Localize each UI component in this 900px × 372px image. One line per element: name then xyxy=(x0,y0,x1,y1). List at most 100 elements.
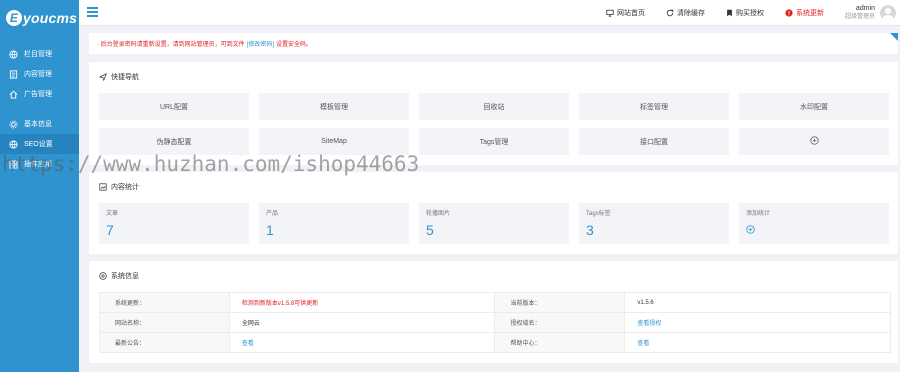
sidebar-item-label: 内容管理 xyxy=(24,71,52,78)
notice-bar: · 后台登录密码请重新设置，请到网站管理员，可到文件 [修改密码] 设置安全码。 xyxy=(89,33,898,54)
chart-icon xyxy=(99,183,107,191)
sidebar-nav: 栏目管理 内容管理 广告管理 基本信息 SEO设置 插件应用 xyxy=(0,44,79,174)
user-name: admin xyxy=(855,5,875,12)
avatar[interactable] xyxy=(880,5,896,21)
quick-nav-tag-manage[interactable]: 标签管理 xyxy=(579,93,729,120)
table-row: 网站名称： 全网云 授权域名： 查看授权 xyxy=(99,312,891,333)
quick-nav-add-button[interactable] xyxy=(739,128,889,155)
quick-nav-rewrite[interactable]: 伪静态配置 xyxy=(99,128,249,155)
user-role: 超级管理员 xyxy=(844,14,875,20)
stat-value: 5 xyxy=(426,222,434,238)
globe-icon xyxy=(9,139,18,149)
stat-label: 轮播图片 xyxy=(426,211,451,217)
sidebar-item-label: 基本信息 xyxy=(24,121,52,128)
sysinfo-table: 系统更新： 检测到新版本v1.5.8可供更新 当前版本： v1.5.6 网站名称… xyxy=(99,292,891,353)
sidebar-item-label: 广告管理 xyxy=(24,91,52,98)
notice-link[interactable]: [修改密码] xyxy=(247,39,274,48)
table-row: 系统更新： 检测到新版本v1.5.8可供更新 当前版本： v1.5.6 xyxy=(99,292,891,313)
plus-circle-icon xyxy=(746,225,755,234)
stats-grid: 文章 7 产品 1 轮播图片 5 Tags标签 3 添加统计 xyxy=(99,203,889,244)
bookmark-icon xyxy=(726,9,733,17)
stat-label: 添加统计 xyxy=(746,211,771,217)
plus-circle-icon xyxy=(809,136,819,147)
user-name-block: admin 超级管理员 xyxy=(845,5,875,21)
sidebar-item-label: 栏目管理 xyxy=(24,51,52,58)
quick-nav-recycle-bin[interactable]: 回收站 xyxy=(419,93,569,120)
notice-suffix: 设置安全码。 xyxy=(276,42,313,48)
stat-value: 1 xyxy=(266,222,274,238)
buy-license-link[interactable]: 购买授权 xyxy=(726,8,764,18)
info-key: 系统更新： xyxy=(99,292,230,313)
quick-nav-panel: 快捷导航 URL配置 模板管理 回收站 标签管理 水印配置 伪静态配置 Site… xyxy=(89,62,898,165)
quick-nav-api[interactable]: 接口配置 xyxy=(579,128,729,155)
stats-panel: 内容统计 文章 7 产品 1 轮播图片 5 Tags标签 3 添加统计 xyxy=(89,172,898,254)
puzzle-icon xyxy=(9,159,18,169)
logo[interactable]: E youcms xyxy=(0,0,79,36)
stat-add[interactable]: 添加统计 xyxy=(739,203,889,244)
gear-icon xyxy=(9,120,18,129)
stat-tags[interactable]: Tags标签 3 xyxy=(579,203,729,244)
quick-nav-sitemap[interactable]: SiteMap xyxy=(259,128,409,155)
stat-slides[interactable]: 轮播图片 5 xyxy=(419,203,569,244)
quick-nav-templates[interactable]: 模板管理 xyxy=(259,93,409,120)
info-key: 授权域名： xyxy=(494,312,626,333)
buy-license-label: 购买授权 xyxy=(735,10,764,17)
quick-nav-grid: URL配置 模板管理 回收站 标签管理 水印配置 伪静态配置 SiteMap T… xyxy=(99,93,889,155)
site-home-link[interactable]: 网站首页 xyxy=(606,8,645,18)
alert-icon xyxy=(785,9,793,17)
system-update-link[interactable]: 系统更新 xyxy=(785,8,824,18)
info-icon xyxy=(99,272,107,280)
help-center-link[interactable]: 查看 xyxy=(624,332,891,353)
site-home-label: 网站首页 xyxy=(616,10,645,17)
quick-nav-tags[interactable]: Tags管理 xyxy=(419,128,569,155)
top-links: 网站首页 清除缓存 购买授权 系统更新 admin 超级管理员 xyxy=(606,0,900,26)
panel-header: 快捷导航 xyxy=(99,72,888,82)
sidebar-item-ads[interactable]: 广告管理 xyxy=(0,84,79,104)
globe-icon xyxy=(9,49,18,59)
panel-title: 系统信息 xyxy=(111,273,139,280)
document-icon xyxy=(9,69,18,79)
corner-flag xyxy=(890,33,898,41)
sidebar-item-label: 插件应用 xyxy=(24,161,52,168)
stat-value: 3 xyxy=(586,222,594,238)
clear-cache-label: 清除缓存 xyxy=(676,10,705,17)
logo-text: youcms xyxy=(23,10,78,26)
info-key: 当前版本： xyxy=(494,292,626,313)
sidebar-item-content[interactable]: 内容管理 xyxy=(0,64,79,84)
sidebar-item-seo[interactable]: SEO设置 xyxy=(0,134,79,154)
info-value: 全网云 xyxy=(228,312,496,333)
clear-cache-link[interactable]: 清除缓存 xyxy=(666,8,705,18)
stat-products[interactable]: 产品 1 xyxy=(259,203,409,244)
home-icon xyxy=(9,90,18,99)
stat-label: 文章 xyxy=(106,211,119,217)
stat-label: Tags标签 xyxy=(586,211,611,217)
system-update-label: 系统更新 xyxy=(795,10,824,17)
update-notice-link[interactable]: 检测到新版本v1.5.8可供更新 xyxy=(228,292,496,313)
stat-value: 7 xyxy=(106,222,114,238)
sidebar-item-basic-info[interactable]: 基本信息 xyxy=(0,114,79,134)
license-link[interactable]: 查看授权 xyxy=(624,312,891,333)
panel-title: 内容统计 xyxy=(111,184,139,191)
panel-header: 系统信息 xyxy=(99,271,888,281)
sidebar-item-label: SEO设置 xyxy=(24,141,53,148)
table-row: 最新公告： 查看 帮助中心： 查看 xyxy=(99,332,891,353)
info-value: v1.5.6 xyxy=(624,292,891,313)
monitor-icon xyxy=(606,9,614,17)
panel-header: 内容统计 xyxy=(99,182,888,192)
logo-letter: E xyxy=(6,10,22,26)
stat-label: 产品 xyxy=(266,211,279,217)
stat-articles[interactable]: 文章 7 xyxy=(99,203,249,244)
quick-nav-url-config[interactable]: URL配置 xyxy=(99,93,249,120)
topbar: 网站首页 清除缓存 购买授权 系统更新 admin 超级管理员 xyxy=(79,0,900,26)
sidebar-item-plugins[interactable]: 插件应用 xyxy=(0,154,79,174)
info-key: 最新公告： xyxy=(99,332,230,353)
send-icon xyxy=(99,73,107,81)
notice-prefix: · 后台登录密码请重新设置，请到网站管理员，可到文件 xyxy=(97,42,245,48)
menu-toggle-icon[interactable] xyxy=(87,7,98,17)
sidebar: E youcms 栏目管理 内容管理 广告管理 基本信息 SEO设置 插件应用 xyxy=(0,0,79,372)
sidebar-item-columns[interactable]: 栏目管理 xyxy=(0,44,79,64)
quick-nav-watermark[interactable]: 水印配置 xyxy=(739,93,889,120)
panel-title: 快捷导航 xyxy=(111,74,139,81)
announcement-link[interactable]: 查看 xyxy=(228,332,496,353)
user-menu[interactable]: admin 超级管理员 xyxy=(845,5,896,21)
